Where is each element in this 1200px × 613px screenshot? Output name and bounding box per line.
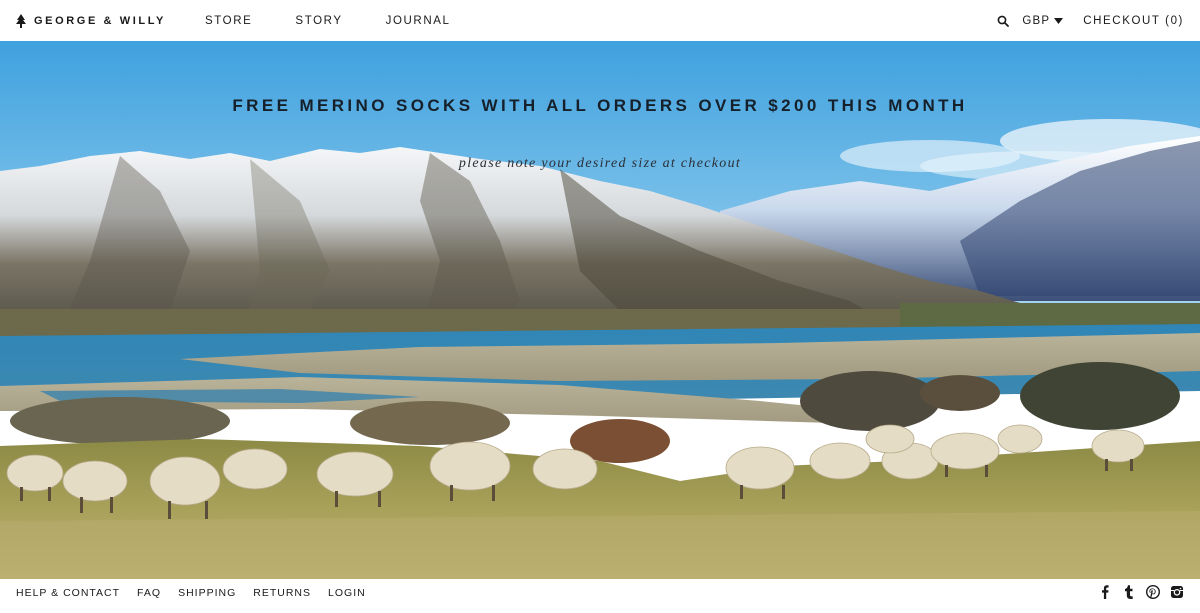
search-icon[interactable] <box>997 15 1010 27</box>
main-nav: STORE STORY JOURNAL <box>205 0 494 41</box>
site-header: GEORGE & WILLY STORE STORY JOURNAL GBP C… <box>0 0 1200 41</box>
promo-headline: FREE MERINO SOCKS WITH ALL ORDERS OVER $… <box>232 96 968 115</box>
brand-logo[interactable]: GEORGE & WILLY <box>16 0 166 41</box>
footer-link-help-contact[interactable]: HELP & CONTACT <box>16 587 120 599</box>
currency-label: GBP <box>1022 14 1051 27</box>
social-links <box>1088 579 1184 605</box>
footer-link-faq[interactable]: FAQ <box>137 587 161 599</box>
tree-icon <box>16 13 26 28</box>
footer-link-login[interactable]: LOGIN <box>328 587 366 599</box>
footer-nav: HELP & CONTACT FAQ SHIPPING RETURNS LOGI… <box>16 579 383 607</box>
nav-store[interactable]: STORE <box>205 15 252 27</box>
promo-note: please note your desired size at checkou… <box>458 156 742 171</box>
tumblr-icon[interactable] <box>1122 585 1136 599</box>
facebook-icon[interactable] <box>1098 585 1112 599</box>
instagram-icon[interactable] <box>1170 585 1184 599</box>
site-footer: HELP & CONTACT FAQ SHIPPING RETURNS LOGI… <box>0 579 1200 613</box>
hero-banner: FREE MERINO SOCKS WITH ALL ORDERS OVER $… <box>0 41 1200 579</box>
pinterest-icon[interactable] <box>1146 585 1160 599</box>
chevron-down-icon <box>1054 17 1064 24</box>
nav-story[interactable]: STORY <box>295 15 342 27</box>
brand-name: GEORGE & WILLY <box>34 14 166 27</box>
footer-link-shipping[interactable]: SHIPPING <box>178 587 236 599</box>
checkout-link[interactable]: CHECKOUT (0) <box>1083 15 1184 27</box>
hero-landscape-image <box>0 41 1200 579</box>
footer-link-returns[interactable]: RETURNS <box>253 587 311 599</box>
header-actions: GBP CHECKOUT (0) <box>997 0 1184 41</box>
nav-journal[interactable]: JOURNAL <box>386 15 451 27</box>
currency-selector[interactable]: GBP <box>1022 14 1064 27</box>
